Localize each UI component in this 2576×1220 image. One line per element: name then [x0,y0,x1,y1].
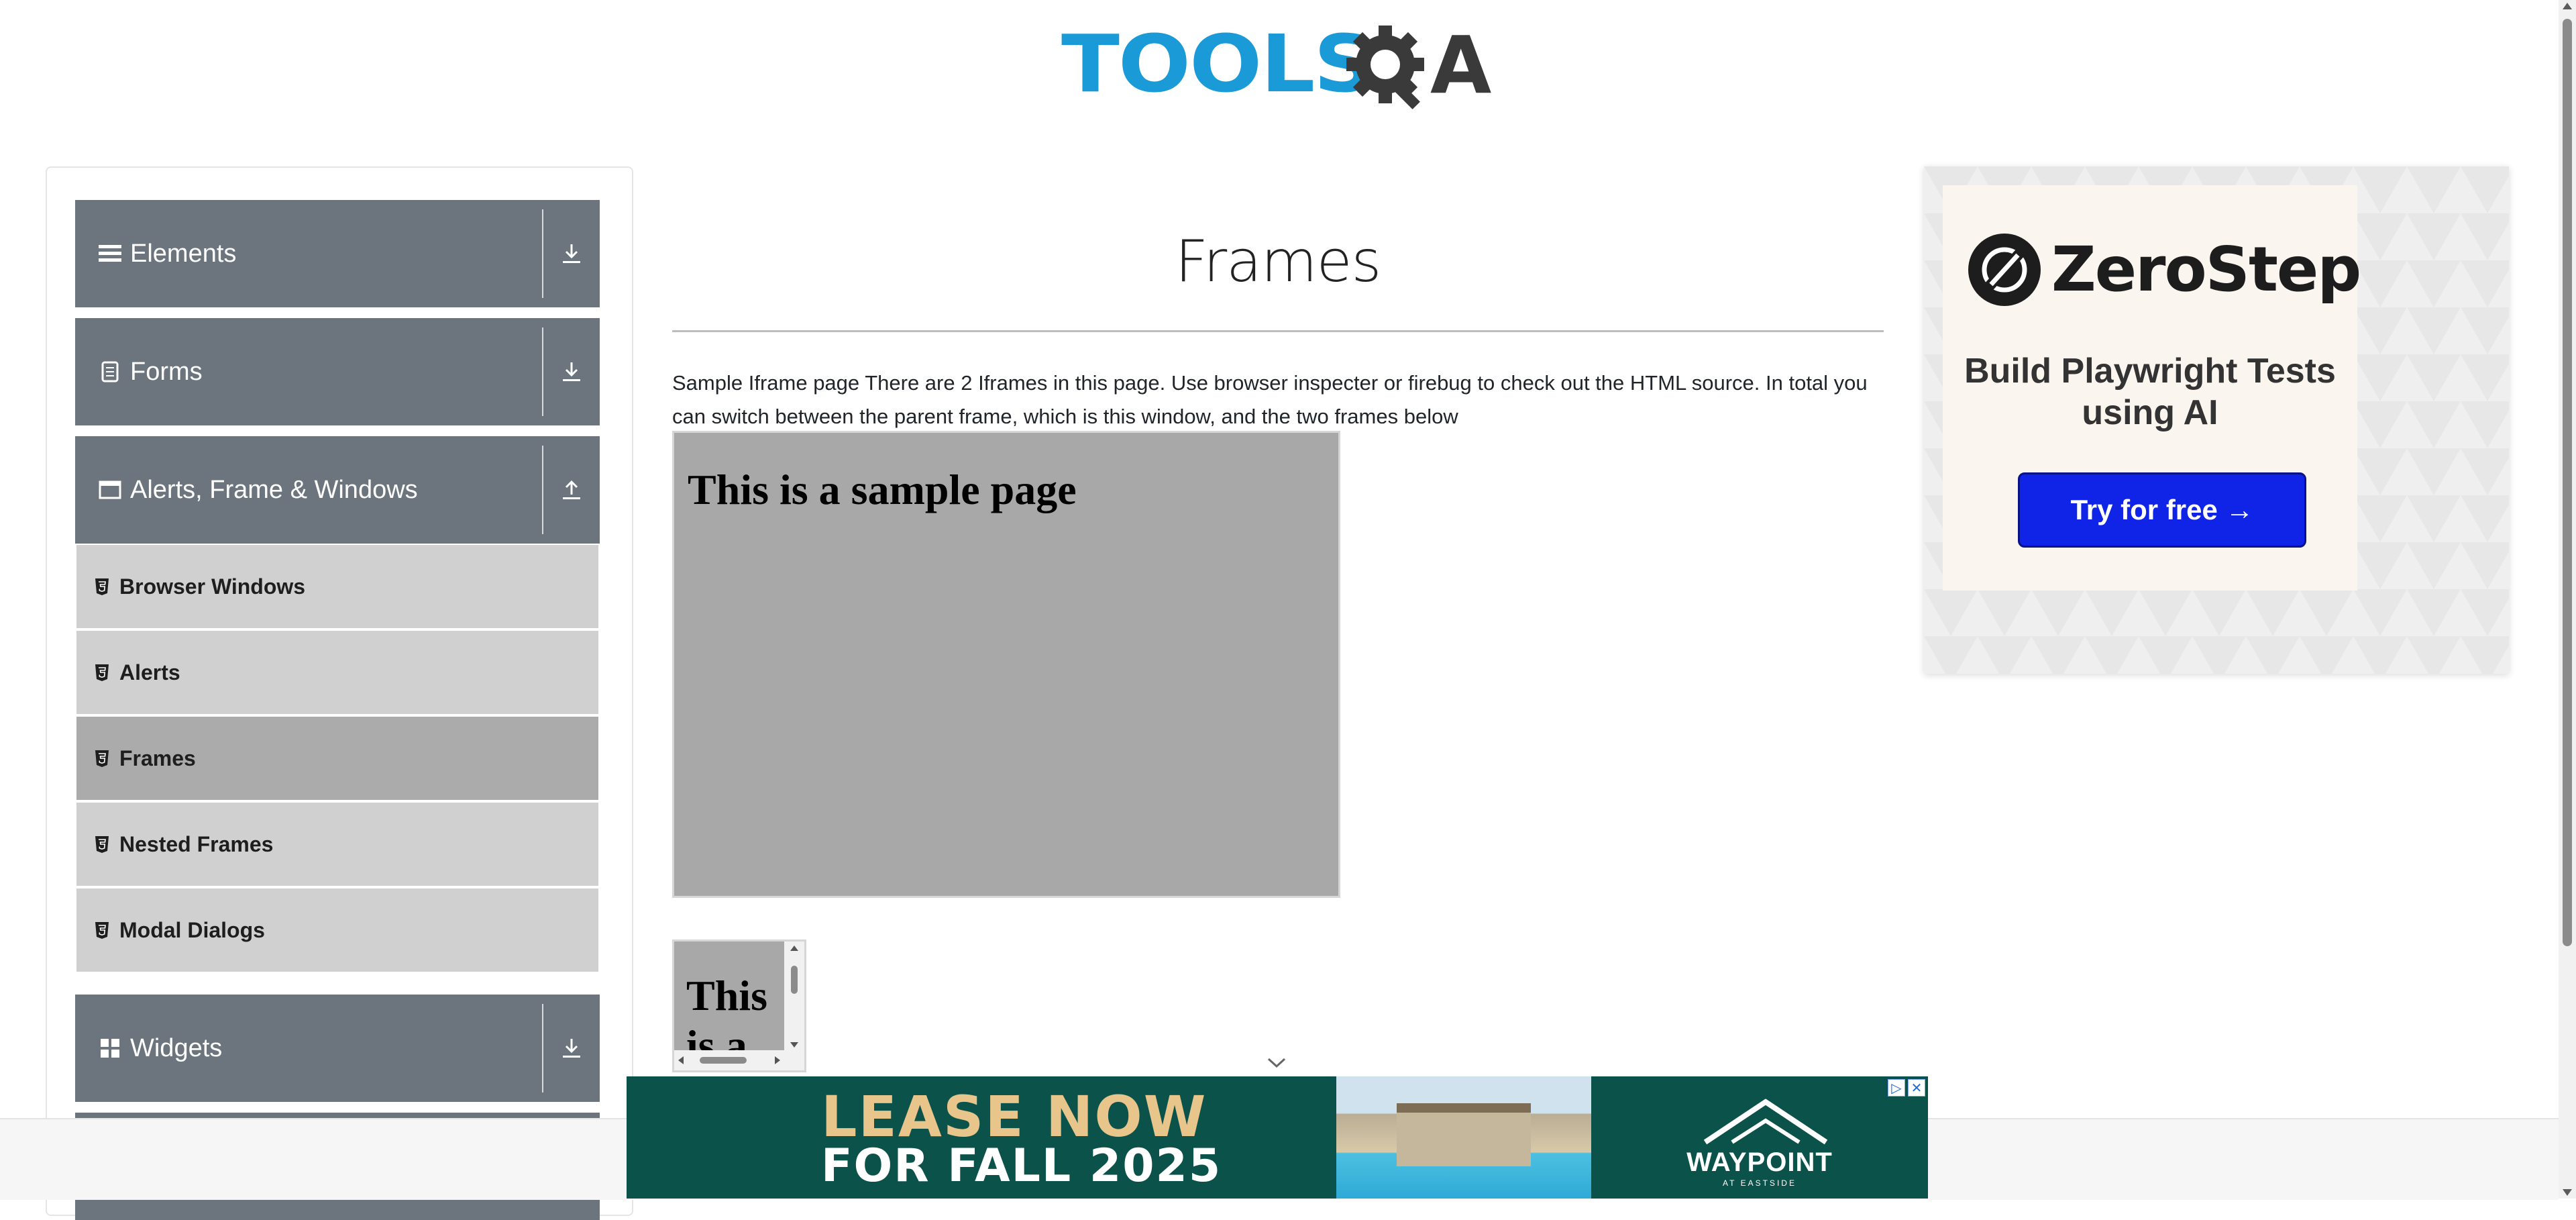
scrollbar-corner [784,1050,804,1070]
document-icon [98,360,122,384]
divider [542,446,543,534]
download-icon[interactable] [557,356,586,388]
ad-brand: ZeroStep [2051,234,2361,305]
html5-icon [95,578,109,595]
upload-icon[interactable] [557,474,586,506]
ad-headline: LEASE NOW [821,1084,1208,1150]
sidebar-item-label: Alerts [119,660,180,684]
ad-building-photo [1336,1076,1591,1199]
title-divider [672,330,1884,332]
zerostep-logo-icon [1968,234,2041,306]
divider [542,1004,543,1092]
download-icon[interactable] [557,238,586,270]
group-alerts-frame-windows[interactable]: Alerts, Frame & Windows [75,436,600,544]
divider [542,209,543,298]
iframe-large[interactable]: This is a sample page [672,431,1340,898]
sidebar-item-nested-frames[interactable]: Nested Frames [76,803,598,888]
ad-brand-sub: AT EASTSIDE [1723,1178,1796,1188]
try-for-free-button[interactable]: Try for free → [2018,472,2306,548]
frame-horizontal-scrollbar[interactable] [674,1050,786,1070]
sidebar-item-frames[interactable]: Frames [76,717,598,803]
ad-brand-name: WAYPOINT [1686,1148,1833,1177]
sidebar-item-browser-windows[interactable]: Browser Windows [76,545,598,631]
ad-brand-box: WAYPOINT AT EASTSIDE [1591,1076,1928,1199]
ad-card: ZeroStep Build Playwright Tests using AI… [1943,185,2361,591]
ad-subheadline: FOR FALL 2025 [821,1139,1222,1192]
ad-tagline: Build Playwright Tests using AI [1964,352,2336,432]
scroll-thumb[interactable] [2563,19,2572,946]
close-icon[interactable]: ✕ [1908,1079,1925,1097]
group-widgets[interactable]: Widgets [75,995,600,1102]
group-label: Widgets [130,1033,223,1062]
frame-vertical-scrollbar[interactable] [784,942,804,1052]
divider [542,327,543,416]
group-label: Elements [130,239,237,268]
logo-gear-q-icon [1346,26,1424,109]
intro-text: Sample Iframe page There are 2 Iframes i… [672,371,1868,428]
frame-heading: This is a sample page [686,972,767,1052]
hamburger-icon [98,242,122,266]
html5-icon [95,836,109,853]
download-icon[interactable] [557,1032,586,1064]
sidebar-item-label: Nested Frames [119,831,274,856]
waypoint-roof-icon [1703,1099,1828,1145]
frame-content: This is a sample page [674,942,786,1052]
sidebar-item-label: Modal Dialogs [119,917,265,942]
group-label: Alerts, Frame & Windows [130,475,418,504]
html5-icon [95,750,109,767]
sidebar-item-modal-dialogs[interactable]: Modal Dialogs [76,888,598,974]
scroll-up-arrow[interactable] [2563,3,2572,9]
sidebar-item-label: Browser Windows [119,574,306,599]
iframe-small[interactable]: This is a sample page [672,939,806,1072]
sidebar-item-label: Frames [119,746,196,770]
logo-text: TOOLS [1061,17,1375,110]
chevron-down-icon[interactable] [1267,1056,1287,1070]
ad-info-icon[interactable]: ▷ [1888,1079,1905,1097]
sidebar-item-alerts[interactable]: Alerts [76,631,598,717]
html5-icon [95,922,109,939]
page-scrollbar[interactable] [2559,0,2576,1199]
ad-lease-banner[interactable]: LEASE NOW FOR FALL 2025 WAYPOINT AT EAST… [627,1076,1928,1199]
logo-a-letter: A [1430,19,1492,111]
left-nav-panel: Elements Forms Alerts, Frame & Windows B… [46,166,633,1220]
scroll-down-arrow[interactable] [2563,1189,2572,1196]
site-logo[interactable]: TOOLS A [1061,20,1497,121]
grid-icon [98,1036,122,1060]
ad-zerostep[interactable]: ZeroStep Build Playwright Tests using AI… [1924,166,2509,674]
group-elements[interactable]: Elements [75,200,600,307]
html5-icon [95,664,109,681]
group-label: Forms [130,357,203,386]
window-icon [98,478,122,502]
ad-choices[interactable]: ▷ ✕ [1888,1079,1925,1097]
page-title: Frames [1175,228,1382,295]
group-forms[interactable]: Forms [75,318,600,425]
frame-heading: This is a sample page [688,466,1077,513]
